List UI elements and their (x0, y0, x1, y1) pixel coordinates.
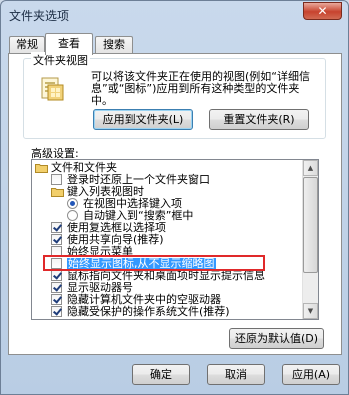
cancel-label: 取消 (225, 368, 247, 381)
folder-icon (35, 164, 48, 173)
scroll-up-button[interactable]: ▲ (303, 160, 318, 176)
scroll-down-button[interactable]: ▼ (303, 303, 318, 319)
cancel-button[interactable]: 取消 (207, 364, 265, 385)
radio-button[interactable] (67, 198, 78, 209)
apply-button[interactable]: 应用(A) (282, 364, 340, 385)
apply-to-folders-button[interactable]: 应用到文件夹(L) (93, 109, 193, 130)
settings-list-item[interactable]: 隐藏受保护的操作系统文件(推荐) (32, 306, 302, 318)
tab-view-label: 查看 (58, 37, 80, 50)
checkbox[interactable] (51, 282, 62, 293)
checkbox[interactable] (51, 306, 62, 317)
folder-view-icon (41, 77, 64, 101)
checkbox[interactable] (51, 234, 62, 245)
folder-views-description: 可以将该文件夹正在使用的视图(例如“详细信息”或“图标”)应用到所有这种类型的文… (91, 70, 310, 107)
reset-folders-label: 重置文件夹(R) (223, 113, 295, 126)
ok-label: 确定 (150, 368, 172, 381)
advanced-settings-list[interactable]: ▲ ▼ 文件和文件夹 登录时还原上一个文件夹窗口 键入列表视图时 在视图中选择键入项自… (31, 159, 319, 320)
scrollbar-thumb[interactable] (303, 177, 318, 273)
apply-label: 应用(A) (291, 368, 331, 381)
checkbox[interactable] (51, 174, 62, 185)
checkbox[interactable] (51, 294, 62, 305)
close-icon: ✕ (317, 4, 328, 18)
window-title: 文件夹选项 (9, 9, 70, 23)
close-button[interactable]: ✕ (303, 2, 342, 20)
checkbox[interactable] (51, 270, 62, 281)
tab-search-label: 搜索 (103, 38, 125, 51)
reset-folders-button[interactable]: 重置文件夹(R) (209, 109, 309, 130)
settings-item-label: 隐藏受保护的操作系统文件(推荐) (67, 305, 230, 318)
folder-icon (51, 188, 64, 197)
tab-search[interactable]: 搜索 (95, 36, 133, 54)
radio-button[interactable] (67, 210, 78, 221)
title-bar[interactable]: 文件夹选项 ✕ (1, 1, 348, 29)
checkbox[interactable] (51, 258, 62, 269)
ok-button[interactable]: 确定 (132, 364, 190, 385)
checkbox[interactable] (51, 222, 62, 233)
apply-to-folders-label: 应用到文件夹(L) (102, 113, 184, 126)
folder-options-dialog: 文件夹选项 ✕ 常规 查看 搜索 文件夹视图 可以将该文件夹正在使用的视图(例如… (0, 0, 349, 395)
checkbox[interactable] (51, 246, 62, 257)
tab-general-label: 常规 (16, 38, 38, 51)
tab-view[interactable]: 查看 (45, 33, 93, 55)
scrollbar[interactable]: ▲ ▼ (302, 160, 318, 319)
restore-defaults-button[interactable]: 还原为默认值(D) (229, 328, 324, 349)
restore-defaults-label: 还原为默认值(D) (234, 332, 319, 345)
